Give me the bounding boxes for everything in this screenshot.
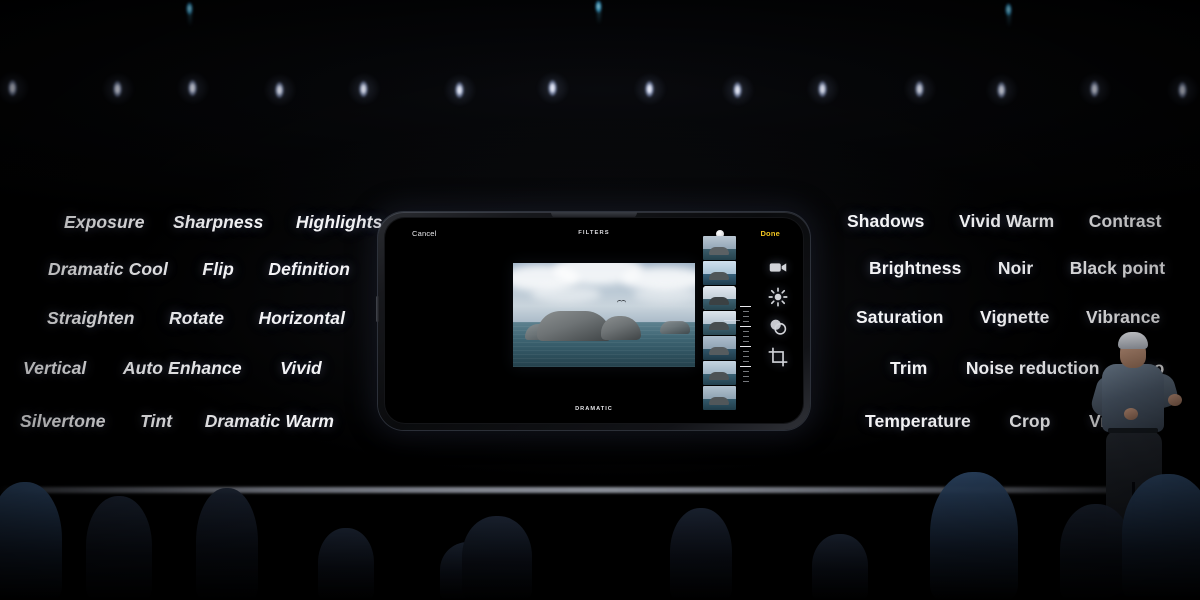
device-mockup: Cancel FILTERS Done DRAMATIC — [376, 212, 810, 430]
audience-head — [1122, 474, 1200, 600]
filter-thumbnail[interactable] — [703, 236, 736, 260]
cancel-button[interactable]: Cancel — [412, 229, 437, 238]
term-brightness: Brightness — [869, 258, 962, 278]
stage-light — [8, 80, 17, 96]
filters-icon[interactable] — [767, 316, 789, 338]
term-row: Vertical Auto Enhance Vivid — [23, 358, 322, 379]
device-side-button — [376, 296, 379, 322]
photo-rock — [537, 311, 611, 341]
term-horizontal: Horizontal — [258, 308, 346, 328]
filter-thumbnail[interactable] — [703, 311, 736, 335]
filter-thumbnail-strip[interactable] — [703, 236, 736, 416]
presenter-hair — [1118, 332, 1148, 349]
active-filter-label: DRAMATIC — [575, 406, 613, 412]
presenter-right-hand — [1168, 394, 1182, 406]
stage-light — [1178, 82, 1187, 98]
filter-thumbnail[interactable] — [703, 336, 736, 360]
term-row: Saturation Vignette Vibrance — [856, 307, 1160, 328]
stage-light — [733, 82, 742, 98]
presenter-torso — [1102, 364, 1164, 432]
filter-thumbnail-selected[interactable] — [703, 286, 736, 310]
term-row: Shadows Vivid Warm Contrast — [847, 211, 1162, 232]
term-row: Silvertone Tint Dramatic Warm — [20, 411, 334, 432]
editor-topbar: Cancel FILTERS Done — [390, 226, 798, 244]
filter-thumbnail[interactable] — [703, 361, 736, 385]
term-dramatic-warm: Dramatic Warm — [204, 411, 335, 431]
audience-head — [0, 482, 62, 600]
stage-light — [818, 81, 827, 97]
audience-head — [462, 516, 532, 600]
presenter-belt — [1108, 428, 1158, 433]
term-noise-reduction: Noise reduction — [965, 358, 1100, 378]
video-icon[interactable] — [767, 256, 789, 278]
stage-light-blue — [186, 2, 193, 15]
filter-intensity-indicator — [724, 320, 740, 321]
photo-cloud — [531, 285, 601, 303]
audience-head — [670, 508, 732, 600]
stage-light-blue — [1005, 3, 1012, 16]
photo-bird — [617, 300, 626, 305]
photo-rock — [660, 321, 690, 334]
stage-light — [275, 82, 284, 98]
term-crop: Crop — [1009, 411, 1051, 431]
stage-light-rig — [0, 0, 1200, 120]
term-vivid-warm: Vivid Warm — [958, 211, 1055, 231]
term-row: Straighten Rotate Horizontal — [47, 308, 345, 329]
stage-light — [113, 81, 122, 97]
stage-light — [188, 80, 197, 96]
term-row: Exposure Sharpness Highlights — [64, 212, 382, 233]
term-black-point: Black point — [1069, 258, 1166, 278]
term-dramatic-cool: Dramatic Cool — [48, 259, 168, 279]
stage-light — [1090, 81, 1099, 97]
filter-intensity-slider[interactable] — [740, 306, 752, 382]
term-noir: Noir — [997, 258, 1034, 278]
term-temperature: Temperature — [865, 411, 971, 431]
audience-head — [318, 528, 374, 600]
term-vibrance: Vibrance — [1085, 307, 1161, 327]
term-definition: Definition — [268, 259, 351, 279]
term-straighten: Straighten — [47, 308, 135, 328]
stage-light — [548, 80, 557, 96]
term-contrast: Contrast — [1088, 211, 1162, 231]
term-flip: Flip — [202, 259, 234, 279]
term-tint: Tint — [140, 411, 173, 431]
audience-head — [86, 496, 152, 600]
audience-head — [930, 472, 1018, 600]
term-trim: Trim — [890, 358, 928, 378]
presenter-left-hand — [1124, 408, 1138, 420]
photo-preview[interactable] — [513, 263, 695, 367]
term-vivid: Vivid — [280, 358, 322, 378]
audience-silhouettes — [0, 465, 1200, 600]
stage-light — [645, 81, 654, 97]
term-auto-enhance: Auto Enhance — [122, 358, 242, 378]
stage-light — [915, 81, 924, 97]
stage-light — [997, 82, 1006, 98]
editor-title: FILTERS — [578, 230, 610, 236]
audience-head — [196, 488, 258, 600]
stage-light-blue — [595, 0, 602, 13]
stage-light — [359, 81, 368, 97]
term-highlights: Highlights — [295, 212, 383, 232]
filter-thumbnail[interactable] — [703, 386, 736, 410]
term-row: Brightness Noir Black point — [869, 258, 1165, 279]
term-saturation: Saturation — [856, 307, 944, 327]
term-sharpness: Sharpness — [173, 212, 264, 232]
term-vignette: Vignette — [980, 307, 1050, 327]
done-button[interactable]: Done — [760, 229, 780, 238]
term-rotate: Rotate — [169, 308, 225, 328]
filter-thumbnail[interactable] — [703, 261, 736, 285]
adjust-sun-icon[interactable] — [767, 286, 789, 308]
term-shadows: Shadows — [847, 211, 925, 231]
crop-icon[interactable] — [767, 346, 789, 368]
audience-head — [812, 534, 868, 600]
term-row: Dramatic Cool Flip Definition — [48, 259, 350, 280]
term-silvertone: Silvertone — [20, 411, 106, 431]
stage-light — [455, 82, 464, 98]
term-exposure: Exposure — [64, 212, 145, 232]
term-vertical: Vertical — [23, 358, 87, 378]
photo-cloud — [633, 287, 695, 303]
device-screen: Cancel FILTERS Done DRAMATIC — [390, 222, 798, 418]
